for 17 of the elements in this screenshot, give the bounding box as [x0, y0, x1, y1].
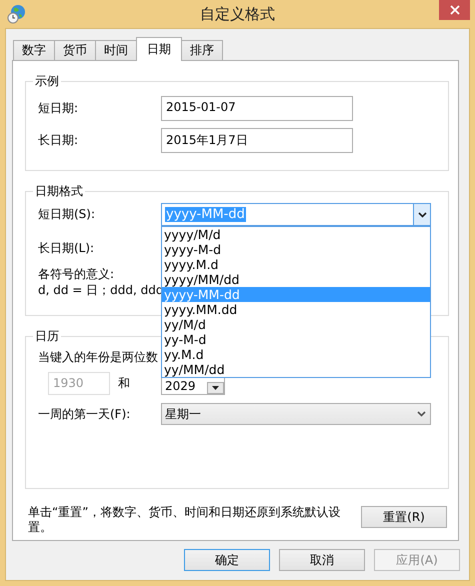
field-label: 短日期(S): — [38, 206, 96, 223]
group-label: 示例 — [33, 74, 61, 88]
and-label: 和 — [117, 375, 131, 392]
spinner-value: 2029 — [165, 378, 196, 392]
window-title: 自定义格式 — [200, 4, 275, 24]
two-digit-year-label: 当键入的年份是两位数 — [38, 349, 158, 365]
reset-hint: 单击“重置”，将数字、货币、时间和日期还原到系统默认设置。 — [28, 505, 342, 535]
field-label: 长日期: — [38, 132, 80, 149]
sample-field: 2015-01-07 — [161, 96, 353, 121]
field-label: 短日期: — [38, 100, 80, 117]
field-label: 长日期(L): — [38, 240, 96, 256]
combobox-value: yyyy-MM-dd — [165, 207, 246, 222]
group-label: 日期格式 — [33, 184, 85, 198]
group-label: 日历 — [33, 329, 61, 343]
field-label: 一周的第一天(F): — [38, 406, 132, 422]
symbols-title: 各符号的意义: — [38, 266, 114, 282]
sample-field: 2015年1月7日 — [161, 128, 353, 153]
